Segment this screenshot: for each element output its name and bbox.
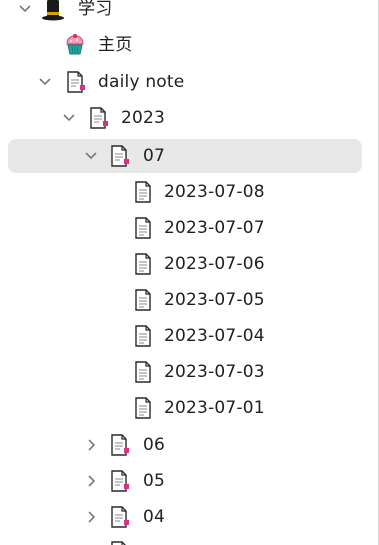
file-tree: 学习 主页 daily note 2023 07 2023-07-08 2023… — [0, 0, 379, 545]
note-folder-icon — [111, 145, 129, 167]
tree-item-next-partial[interactable] — [0, 536, 376, 545]
chevron-right-icon[interactable] — [84, 510, 98, 524]
tree-item-daily-note[interactable]: daily note — [0, 65, 376, 101]
chevron-down-icon[interactable] — [18, 2, 32, 16]
tree-item-label: 2023-07-03 — [164, 362, 265, 382]
tree-item-note[interactable]: 2023-07-04 — [0, 319, 376, 355]
tree-item-04[interactable]: 04 — [0, 500, 376, 536]
tree-item-home[interactable]: 主页 — [0, 28, 376, 64]
document-icon — [135, 361, 151, 383]
chevron-down-icon[interactable] — [38, 75, 52, 89]
note-folder-icon — [111, 470, 129, 492]
tree-item-05[interactable]: 05 — [0, 464, 376, 500]
document-icon — [135, 397, 151, 419]
tree-item-label: 2023 — [121, 108, 166, 128]
tree-item-note[interactable]: 2023-07-03 — [0, 355, 376, 391]
chevron-right-icon[interactable] — [84, 438, 98, 452]
document-icon — [135, 325, 151, 347]
document-icon — [135, 253, 151, 275]
tree-item-06[interactable]: 06 — [0, 428, 376, 464]
tree-item-label: 06 — [143, 435, 166, 455]
tree-item-07[interactable]: 07 — [0, 139, 376, 175]
tree-item-label: 2023-07-01 — [164, 398, 265, 418]
tree-item-label: 2023-07-06 — [164, 254, 265, 274]
chevron-right-icon[interactable] — [84, 474, 98, 488]
tree-item-label: 07 — [143, 146, 166, 166]
tree-item-label: 04 — [143, 507, 166, 527]
note-folder-icon — [67, 71, 85, 93]
tree-item-label: 学习 — [78, 0, 113, 19]
note-folder-icon — [111, 541, 126, 545]
tree-item-label: 2023-07-08 — [164, 182, 265, 202]
chevron-down-icon[interactable] — [62, 111, 76, 125]
tree-item-label: 05 — [143, 471, 166, 491]
note-folder-icon — [111, 434, 129, 456]
tree-item-label: 2023-07-05 — [164, 290, 265, 310]
tree-item-label: 主页 — [98, 35, 133, 55]
tree-item-note[interactable]: 2023-07-08 — [0, 175, 376, 211]
tree-item-label: 2023-07-07 — [164, 218, 265, 238]
tree-item-note[interactable]: 2023-07-06 — [0, 247, 376, 283]
tree-item-root[interactable]: 学习 — [0, 0, 376, 28]
selection-highlight — [8, 139, 362, 173]
chevron-down-icon[interactable] — [84, 149, 98, 163]
document-icon — [135, 217, 151, 239]
note-folder-icon — [90, 107, 108, 129]
tree-item-note[interactable]: 2023-07-01 — [0, 391, 376, 427]
cupcake-icon — [66, 34, 84, 55]
document-icon — [135, 289, 151, 311]
tree-item-2023[interactable]: 2023 — [0, 101, 376, 137]
tree-item-label: daily note — [98, 72, 185, 92]
tree-item-note[interactable]: 2023-07-05 — [0, 283, 376, 319]
tree-item-note[interactable]: 2023-07-07 — [0, 211, 376, 247]
document-icon — [135, 181, 151, 203]
top-hat-icon — [42, 0, 64, 21]
note-folder-icon — [111, 506, 129, 528]
tree-item-label: 2023-07-04 — [164, 326, 265, 346]
